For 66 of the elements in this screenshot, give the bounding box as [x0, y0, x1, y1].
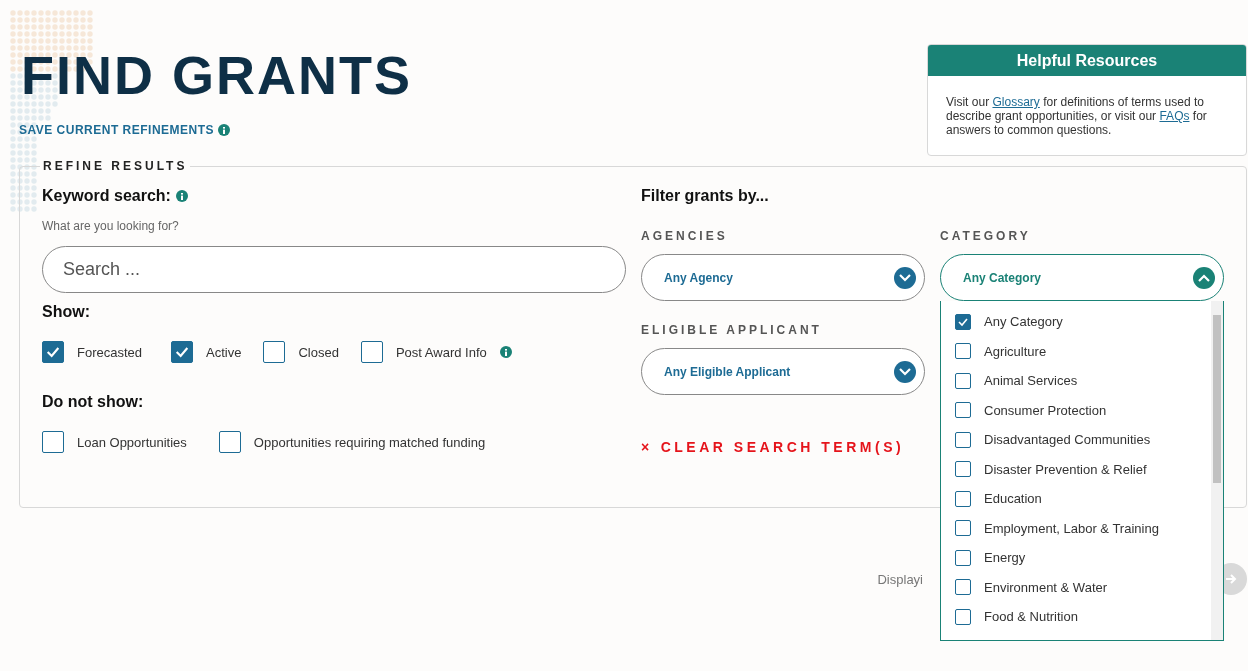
checkbox[interactable]	[955, 313, 971, 330]
close-icon: ×	[641, 439, 653, 455]
checkbox[interactable]	[955, 431, 971, 448]
option-label[interactable]: Employment, Labor & Training	[984, 520, 1159, 536]
option-label[interactable]: Environment & Water	[984, 579, 1108, 595]
card-title: Helpful Resources	[928, 45, 1246, 76]
text-link[interactable]: FAQs	[1159, 109, 1190, 123]
checkbox[interactable]	[955, 343, 971, 360]
search-field[interactable]: Search ...	[42, 246, 626, 293]
chevron-down-icon	[894, 266, 916, 289]
checkbox-label: Closed	[298, 344, 339, 360]
checkbox[interactable]	[955, 579, 971, 596]
option-label[interactable]: Consumer Protection	[984, 402, 1107, 418]
option-label[interactable]: Animal Services	[984, 373, 1078, 389]
checkbox[interactable]	[171, 341, 194, 363]
dropdown-select[interactable]: Any Agency	[641, 254, 925, 301]
checkbox-label: Forecasted	[77, 344, 143, 360]
check-icon	[45, 344, 61, 360]
chevron-up-icon	[1193, 266, 1215, 289]
filter-label: ELIGIBLE APPLICANT	[641, 323, 823, 337]
checkbox[interactable]	[955, 608, 971, 625]
section-heading: Show:	[42, 303, 90, 321]
section-heading: Do not show:	[42, 393, 144, 411]
option-label[interactable]: Disadvantaged Communities	[984, 432, 1151, 448]
scrollbar[interactable]	[1211, 301, 1223, 640]
field-hint: What are you looking for?	[42, 219, 180, 233]
page-title: FIND GRANTS	[20, 45, 412, 105]
clear-search-button[interactable]: × CLEAR SEARCH TERM(S)	[641, 439, 905, 455]
info-icon[interactable]	[218, 124, 231, 136]
panel-legend: REFINE RESULTS	[40, 159, 191, 173]
chevron-down-icon	[894, 360, 916, 383]
checkbox[interactable]	[218, 431, 241, 453]
save-refinements-link[interactable]: SAVE CURRENT REFINEMENTS	[19, 123, 412, 137]
option-label[interactable]: Food & Nutrition	[984, 609, 1078, 625]
option-label[interactable]: Energy	[984, 550, 1026, 566]
checkbox[interactable]	[955, 520, 971, 537]
info-icon[interactable]	[499, 346, 512, 358]
checkbox[interactable]	[955, 372, 971, 389]
dropdown-select[interactable]: Any Eligible Applicant	[641, 348, 925, 395]
filter-label: AGENCIES	[641, 229, 729, 243]
checkbox[interactable]	[955, 549, 971, 566]
checkbox[interactable]	[955, 402, 971, 419]
results-count: Displayi	[877, 571, 923, 587]
checkbox-label: Loan Opportunities	[77, 434, 187, 450]
option-label[interactable]: Education	[984, 491, 1042, 507]
arrow-right-icon	[1225, 574, 1237, 584]
checkbox[interactable]	[42, 341, 64, 363]
filter-label: CATEGORY	[940, 229, 1032, 243]
checkbox-label: Opportunities requiring matched funding	[253, 434, 486, 450]
check-icon	[174, 344, 191, 360]
option-label[interactable]: Agriculture	[984, 343, 1047, 359]
checkbox[interactable]	[360, 341, 383, 363]
checkbox[interactable]	[42, 431, 64, 453]
checkbox[interactable]	[955, 490, 971, 507]
text-link[interactable]: Glossary	[992, 95, 1040, 109]
card-text: Visit our Glossary for definitions of terms used to describe grant opportunities, or visit our FAQs for answers to common questions.	[945, 94, 1208, 137]
checkbox[interactable]	[263, 341, 286, 363]
dropdown-select[interactable]: Any Category	[940, 254, 1224, 301]
section-heading: Filter grants by...	[641, 187, 769, 205]
checkbox-label: Post Award Info	[395, 344, 487, 360]
info-icon[interactable]	[175, 190, 188, 202]
checkbox[interactable]	[955, 461, 971, 478]
checkbox-label: Active	[206, 344, 242, 360]
section-heading: Keyword search:	[42, 187, 171, 205]
option-label[interactable]: Any Category	[984, 314, 1063, 330]
option-label[interactable]: Disaster Prevention & Relief	[984, 461, 1147, 477]
